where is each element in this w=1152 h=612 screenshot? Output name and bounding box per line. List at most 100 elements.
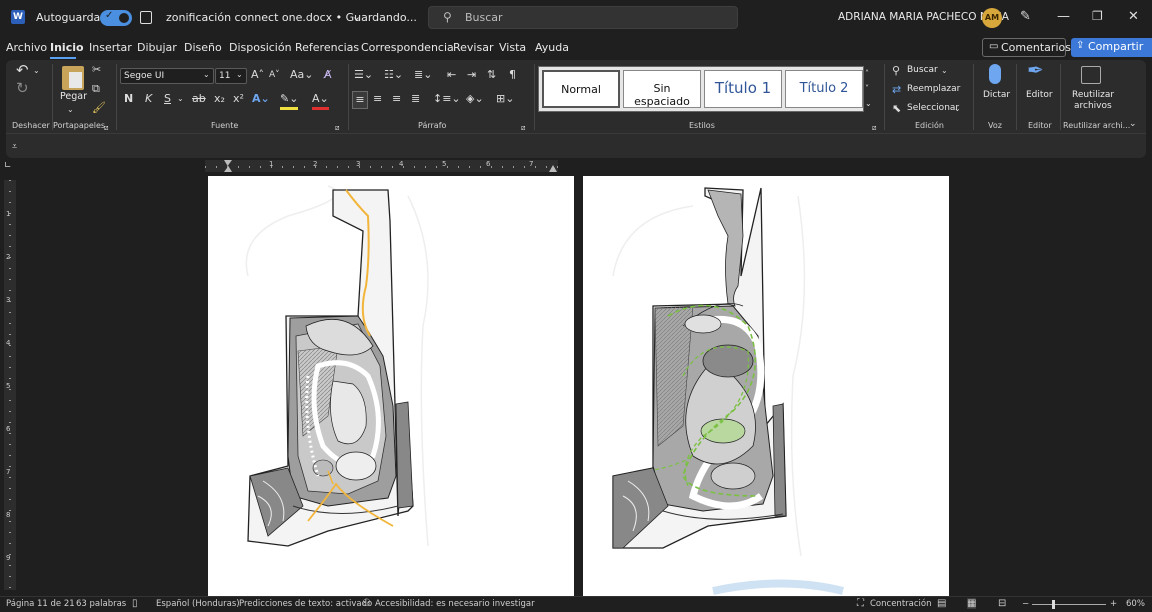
bullets-icon[interactable]: ☰⌄ (354, 67, 373, 83)
read-mode-icon[interactable]: ▤ (937, 598, 946, 609)
chevron-down-icon[interactable]: ⌄ (352, 10, 361, 23)
numbering-icon[interactable]: ☷⌄ (384, 67, 403, 83)
chevron-down-icon[interactable]: ⌄ (203, 67, 210, 83)
undo-icon[interactable]: ↶ (16, 62, 29, 78)
decrease-indent-icon[interactable]: ⇤ (447, 67, 456, 83)
chevron-down-icon[interactable]: ⌄ (941, 63, 948, 79)
word-logo-icon[interactable]: W (11, 10, 25, 24)
editor-button-label[interactable]: Editor (1026, 90, 1053, 100)
copy-icon[interactable]: ⧉ (92, 81, 100, 97)
bold-button[interactable]: N (124, 91, 133, 107)
comments-button[interactable]: ▭ Comentarios (982, 38, 1071, 57)
cut-icon[interactable]: ✂ (92, 62, 101, 78)
shrink-font-icon[interactable]: A˅ (269, 67, 280, 83)
document-title[interactable]: zonificación connect one.docx • Guardand… (166, 11, 417, 24)
vertical-ruler[interactable]: 1 2 3 4 5 6 7 8 9 (4, 180, 16, 590)
web-layout-icon[interactable]: ⊟ (998, 598, 1006, 609)
tab-inicio[interactable]: Inicio (50, 41, 84, 54)
replace-button[interactable]: Reemplazar (907, 84, 960, 94)
site-plan-image-right[interactable] (583, 176, 949, 596)
tab-disposicion[interactable]: Disposición (229, 41, 292, 54)
chevron-down-icon[interactable]: ⌄ (67, 102, 74, 118)
customize-toolbar-icon[interactable]: ⩡ (12, 139, 17, 155)
gallery-more-icon[interactable]: ⌄ (865, 96, 872, 112)
autosave-toggle[interactable]: ✓ (100, 10, 132, 26)
justify-icon[interactable]: ≣ (411, 91, 420, 107)
text-effects-icon[interactable]: A⌄ (252, 91, 270, 107)
zoom-slider-thumb[interactable] (1052, 600, 1055, 609)
format-painter-icon[interactable]: 🖌 (92, 100, 106, 116)
increase-indent-icon[interactable]: ⇥ (467, 67, 476, 83)
proofing-icon[interactable]: ▯ (132, 598, 138, 609)
save-icon[interactable] (140, 11, 152, 24)
line-spacing-icon[interactable]: ↕≡⌄ (433, 91, 461, 107)
gallery-up-icon[interactable]: ˄ (865, 66, 869, 82)
language-indicator[interactable]: Español (Honduras) (156, 599, 240, 609)
share-button[interactable]: ⇪ Compartir (1071, 38, 1152, 57)
change-case-icon[interactable]: Aa⌄ (290, 67, 313, 83)
chevron-down-icon[interactable]: ⌄ (954, 101, 961, 117)
microphone-icon[interactable] (989, 64, 1001, 84)
dictate-button-label[interactable]: Dictar (983, 90, 1010, 100)
tab-revisar[interactable]: Revisar (453, 41, 493, 54)
find-button[interactable]: Buscar (907, 65, 938, 75)
restore-icon[interactable]: ❐ (1092, 9, 1103, 23)
font-name-combo[interactable]: Segoe UI (120, 68, 214, 84)
accessibility-icon[interactable]: ⚇ (362, 598, 371, 609)
print-layout-icon[interactable]: ▦ (967, 598, 977, 609)
focus-icon[interactable]: ⛶ (857, 598, 864, 609)
minimize-icon[interactable]: — (1057, 9, 1070, 24)
text-predictions[interactable]: Predicciones de texto: activado (239, 599, 372, 609)
style-normal[interactable]: Normal (542, 70, 620, 108)
zoom-slider[interactable] (1032, 600, 1106, 609)
select-button[interactable]: Seleccionar (907, 103, 959, 113)
underline-button[interactable]: S (164, 91, 171, 107)
show-marks-icon[interactable]: ¶ (509, 67, 516, 83)
chevron-down-icon[interactable]: ⌄ (177, 91, 184, 107)
reuse-files-icon[interactable] (1081, 66, 1101, 84)
highlight-icon[interactable]: ✎⌄ (280, 91, 299, 110)
style-no-spacing[interactable]: Sin espaciado (623, 70, 701, 108)
align-left-icon[interactable]: ≡ (352, 91, 368, 109)
avatar[interactable]: AM (982, 8, 1002, 28)
page-counter[interactable]: Página 11 de 21 (6, 599, 75, 609)
paste-button-label[interactable]: Pegar (60, 91, 87, 102)
tab-correspondencia[interactable]: Correspondencia (361, 41, 454, 54)
multilevel-list-icon[interactable]: ≣⌄ (414, 67, 432, 83)
align-right-icon[interactable]: ≡ (392, 91, 401, 107)
grow-font-icon[interactable]: A˄ (251, 67, 264, 83)
chevron-down-icon[interactable]: ⌄ (33, 63, 40, 79)
editor-icon[interactable]: ✒ (1027, 60, 1044, 80)
tab-archivo[interactable]: Archivo (6, 41, 47, 54)
site-plan-image-left[interactable] (208, 176, 574, 596)
zoom-out-icon[interactable]: − (1022, 599, 1029, 609)
tab-insertar[interactable]: Insertar (89, 41, 132, 54)
italic-button[interactable]: K (145, 91, 152, 107)
tab-dibujar[interactable]: Dibujar (137, 41, 177, 54)
accessibility-status[interactable]: Accesibilidad: es necesario investigar (375, 599, 535, 609)
paste-icon[interactable] (62, 66, 84, 90)
replace-icon[interactable]: ⇄ (892, 82, 901, 98)
horizontal-ruler[interactable]: 1 2 3 4 5 6 7 (205, 160, 558, 172)
search-box[interactable]: ⚲ Buscar (428, 6, 738, 29)
clear-formatting-icon[interactable]: A̸ (324, 67, 332, 83)
zoom-level[interactable]: 60% (1126, 599, 1145, 609)
sort-icon[interactable]: ⇅ (487, 67, 496, 83)
tab-ayuda[interactable]: Ayuda (535, 41, 569, 54)
pen-icon[interactable]: ✎ (1020, 9, 1031, 24)
word-count[interactable]: 63 palabras (76, 599, 126, 609)
borders-icon[interactable]: ⊞⌄ (496, 91, 514, 107)
document-page-left[interactable] (208, 176, 574, 596)
tab-referencias[interactable]: Referencias (295, 41, 359, 54)
style-heading-2[interactable]: Título 2 (785, 70, 863, 108)
subscript-icon[interactable]: x₂ (214, 91, 225, 107)
close-icon[interactable]: ✕ (1128, 9, 1139, 24)
font-color-icon[interactable]: A⌄ (312, 91, 329, 110)
gallery-down-icon[interactable]: ˅ (865, 81, 869, 97)
select-icon[interactable]: ⬉ (892, 101, 901, 117)
reuse-files-label-line2[interactable]: archivos (1074, 101, 1112, 111)
redo-icon[interactable]: ↻ (16, 80, 29, 96)
align-center-icon[interactable]: ≡ (373, 91, 382, 107)
focus-mode-button[interactable]: Concentración (870, 599, 931, 609)
superscript-icon[interactable]: x² (233, 91, 244, 107)
